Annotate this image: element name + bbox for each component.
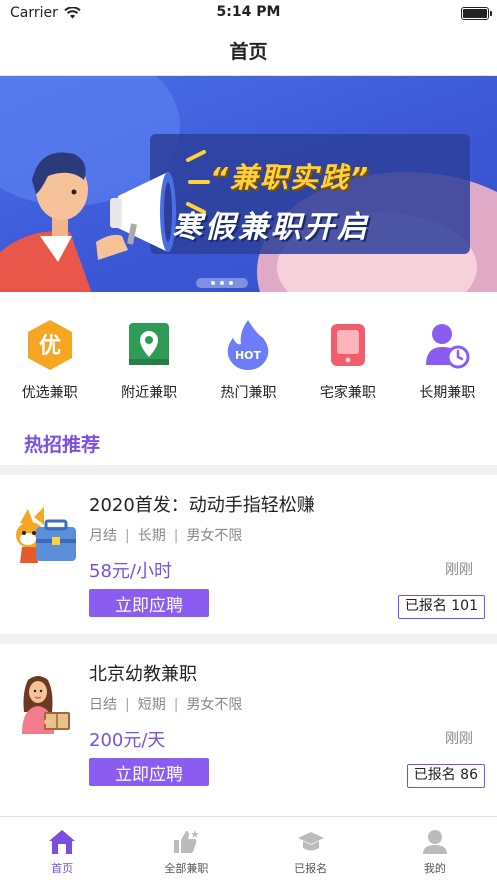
- wifi-icon: [64, 7, 81, 19]
- carrier-label: Carrier: [10, 5, 58, 21]
- job-tag-settlement: 日结: [89, 697, 117, 713]
- carrier-group: Carrier: [10, 5, 81, 21]
- job-tags: 月结|长期|男女不限: [89, 525, 242, 545]
- category-premium[interactable]: 优 优选兼职: [5, 318, 95, 420]
- category-grid: 优 优选兼职 附近兼职 HOT 热门兼职: [0, 292, 497, 420]
- job-title: 2020首发：动动手指轻松赚: [89, 491, 315, 517]
- tab-home[interactable]: 首页: [0, 817, 124, 883]
- section-title: 热招推荐: [0, 420, 497, 465]
- category-label: 附近兼职: [121, 382, 177, 402]
- category-label: 长期兼职: [419, 382, 475, 402]
- thumbs-up-icon: [172, 829, 200, 855]
- tab-bar: 首页 全部兼职 已报名 我的: [0, 816, 497, 883]
- category-label: 优选兼职: [22, 382, 78, 402]
- job-salary: 200元/天: [89, 726, 165, 752]
- hot-flame-icon: HOT: [221, 318, 275, 372]
- category-nearby[interactable]: 附近兼职: [104, 318, 194, 420]
- tab-all-jobs[interactable]: 全部兼职: [124, 817, 248, 883]
- job-salary: 58元/小时: [89, 557, 172, 583]
- graduation-cap-icon: [297, 829, 325, 855]
- nav-bar: 首页: [0, 26, 497, 76]
- banner-subline: 寒假兼职开启: [172, 202, 370, 246]
- job-tag-term: 长期: [138, 528, 166, 544]
- apply-button[interactable]: 立即应聘: [89, 589, 209, 617]
- tab-mine[interactable]: 我的: [373, 817, 497, 883]
- job-card[interactable]: 北京幼教兼职 日结|短期|男女不限 200元/天 刚刚 立即应聘 已报名 86: [0, 644, 497, 803]
- premium-icon: 优: [23, 318, 77, 372]
- user-clock-icon: [420, 318, 474, 372]
- job-posted-time: 刚刚: [445, 559, 473, 579]
- tab-label: 已报名: [294, 860, 327, 876]
- divider: [0, 465, 497, 475]
- promo-banner[interactable]: “兼职实践” 寒假兼职开启: [0, 76, 497, 292]
- premium-glyph: 优: [39, 333, 61, 359]
- tab-label: 首页: [51, 860, 73, 876]
- applicant-count-badge: 已报名 86: [407, 764, 485, 788]
- category-longterm[interactable]: 长期兼职: [402, 318, 492, 420]
- banner-pager[interactable]: [196, 278, 248, 288]
- job-tag-settlement: 月结: [89, 528, 117, 544]
- hot-glyph: HOT: [235, 349, 262, 362]
- tablet-icon: [321, 318, 375, 372]
- tab-label: 我的: [424, 860, 446, 876]
- divider: [0, 634, 497, 644]
- applicant-count-badge: 已报名 101: [398, 595, 485, 619]
- map-pin-icon: [122, 318, 176, 372]
- tab-applied[interactable]: 已报名: [249, 817, 373, 883]
- job-tag-term: 短期: [138, 697, 166, 713]
- job-card[interactable]: 2020首发：动动手指轻松赚 月结|长期|男女不限 58元/小时 刚刚 立即应聘…: [0, 475, 497, 634]
- apply-button[interactable]: 立即应聘: [89, 758, 209, 786]
- page-title: 首页: [229, 37, 267, 64]
- category-home[interactable]: 宅家兼职: [303, 318, 393, 420]
- job-tag-gender: 男女不限: [186, 528, 242, 544]
- megaphone-person-illustration: [0, 132, 200, 292]
- teacher-illustration: [14, 672, 78, 742]
- status-bar: Carrier 5:14 PM: [0, 0, 497, 26]
- category-hot[interactable]: HOT 热门兼职: [203, 318, 293, 420]
- home-icon: [48, 829, 76, 855]
- category-label: 热门兼职: [220, 382, 276, 402]
- job-posted-time: 刚刚: [445, 728, 473, 748]
- banner-headline: “兼职实践”: [210, 156, 370, 196]
- job-tag-gender: 男女不限: [186, 697, 242, 713]
- tab-label: 全部兼职: [164, 860, 208, 876]
- job-tags: 日结|短期|男女不限: [89, 694, 242, 714]
- battery-icon: [461, 7, 489, 20]
- fox-briefcase-illustration: [14, 503, 78, 573]
- user-icon: [421, 829, 449, 855]
- job-title: 北京幼教兼职: [89, 660, 197, 686]
- category-label: 宅家兼职: [320, 382, 376, 402]
